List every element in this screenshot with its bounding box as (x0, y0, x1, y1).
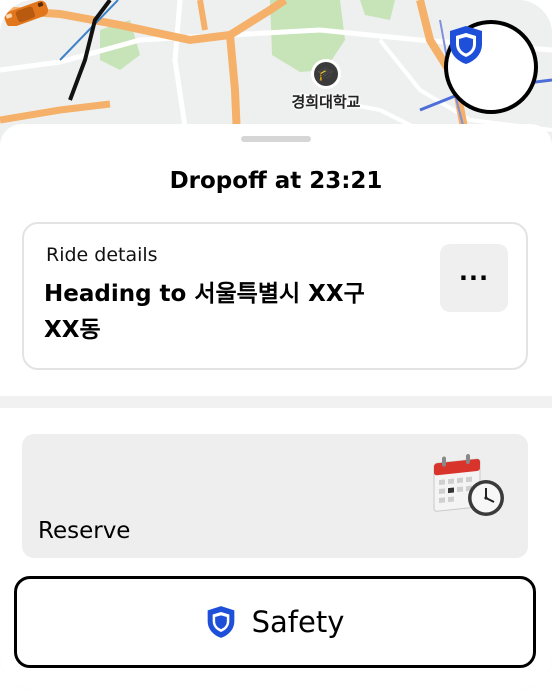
reserve-label: Reserve (38, 518, 131, 544)
calendar-clock-icon (433, 453, 504, 516)
ride-details-card[interactable]: Ride details Heading to 서울특별시 XX구 XX동 ··… (22, 222, 528, 370)
more-icon: ··· (458, 264, 490, 292)
safety-button[interactable]: Safety (14, 576, 536, 668)
poi-label: 경희대학교 (291, 93, 361, 111)
shield-icon (207, 606, 234, 638)
ride-destination: Heading to 서울특별시 XX구 XX동 (44, 281, 365, 343)
app-screen: 🎓 경희대학교 Dropoff at 23:21 Ride details He… (0, 0, 552, 690)
car-icon (4, 0, 49, 26)
reserve-card[interactable]: Reserve (22, 434, 528, 558)
shield-icon (450, 26, 482, 64)
section-divider (0, 396, 552, 408)
safety-toolkit-button[interactable] (444, 20, 538, 114)
trip-bottom-sheet[interactable]: Dropoff at 23:21 Ride details Heading to… (0, 124, 552, 690)
safety-button-label: Safety (251, 605, 345, 639)
ride-details-label: Ride details (46, 244, 158, 266)
more-options-button[interactable]: ··· (440, 244, 508, 312)
dropoff-title: Dropoff at 23:21 (169, 168, 383, 194)
graduation-cap-icon: 🎓 (314, 62, 338, 86)
map-poi[interactable]: 🎓 경희대학교 (276, 62, 376, 112)
sheet-drag-handle[interactable] (241, 136, 311, 142)
